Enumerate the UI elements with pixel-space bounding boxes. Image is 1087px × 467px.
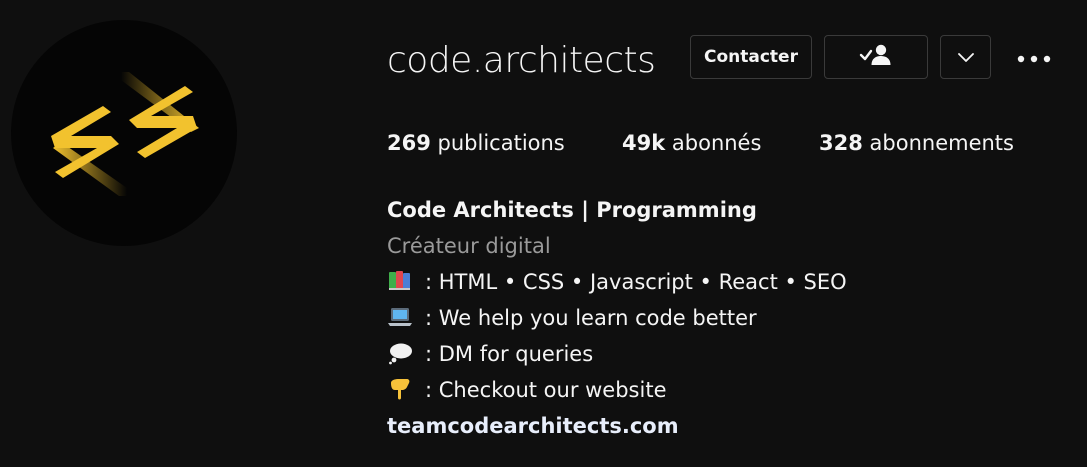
followers-link[interactable]: 49k abonnés bbox=[622, 126, 761, 160]
bio-display-name: Code Architects | Programming bbox=[387, 198, 757, 222]
posts-count-value: 269 bbox=[387, 131, 431, 155]
bio-line: : Checkout our website bbox=[387, 372, 1067, 408]
profile-avatar[interactable] bbox=[11, 20, 237, 246]
bio-line-text: : HTML • CSS • Javascript • React • SEO bbox=[425, 270, 847, 294]
posts-count: 269 publications bbox=[387, 126, 565, 160]
person-check-icon bbox=[859, 43, 893, 71]
books-emoji-icon bbox=[387, 269, 413, 293]
bio-line: : HTML • CSS • Javascript • React • SEO bbox=[387, 264, 1067, 300]
followers-count-value: 49k bbox=[622, 131, 666, 155]
bio-line: : We help you learn code better bbox=[387, 300, 1067, 336]
profile-bio: Code Architects | Programming Créateur d… bbox=[387, 192, 1067, 444]
contact-button[interactable]: Contacter bbox=[690, 35, 812, 79]
following-link[interactable]: 328 abonnements bbox=[819, 126, 1014, 160]
followers-count-label: abonnés bbox=[671, 131, 762, 155]
following-count-value: 328 bbox=[819, 131, 863, 155]
laptop-emoji-icon bbox=[387, 305, 413, 329]
bio-line-text: : Checkout our website bbox=[425, 378, 667, 402]
more-options-button[interactable] bbox=[1012, 40, 1056, 74]
bio-line: : DM for queries bbox=[387, 336, 1067, 372]
suggestions-dropdown-button[interactable] bbox=[940, 35, 991, 79]
pointing-down-emoji-icon bbox=[387, 377, 413, 401]
thought-bubble-emoji-icon bbox=[387, 341, 413, 365]
bio-category: Créateur digital bbox=[387, 234, 551, 258]
following-count-label: abonnements bbox=[869, 131, 1014, 155]
posts-count-label: publications bbox=[437, 131, 565, 155]
more-dots-icon bbox=[1017, 48, 1051, 67]
bio-website-link[interactable]: teamcodearchitects.com bbox=[387, 408, 1067, 444]
profile-username: code.architects bbox=[387, 40, 656, 81]
bio-line-text: : We help you learn code better bbox=[425, 306, 757, 330]
bio-line-text: : DM for queries bbox=[425, 342, 594, 366]
following-button[interactable] bbox=[824, 35, 928, 79]
chevron-down-icon bbox=[957, 48, 974, 67]
code-architects-logo-icon bbox=[51, 72, 199, 196]
